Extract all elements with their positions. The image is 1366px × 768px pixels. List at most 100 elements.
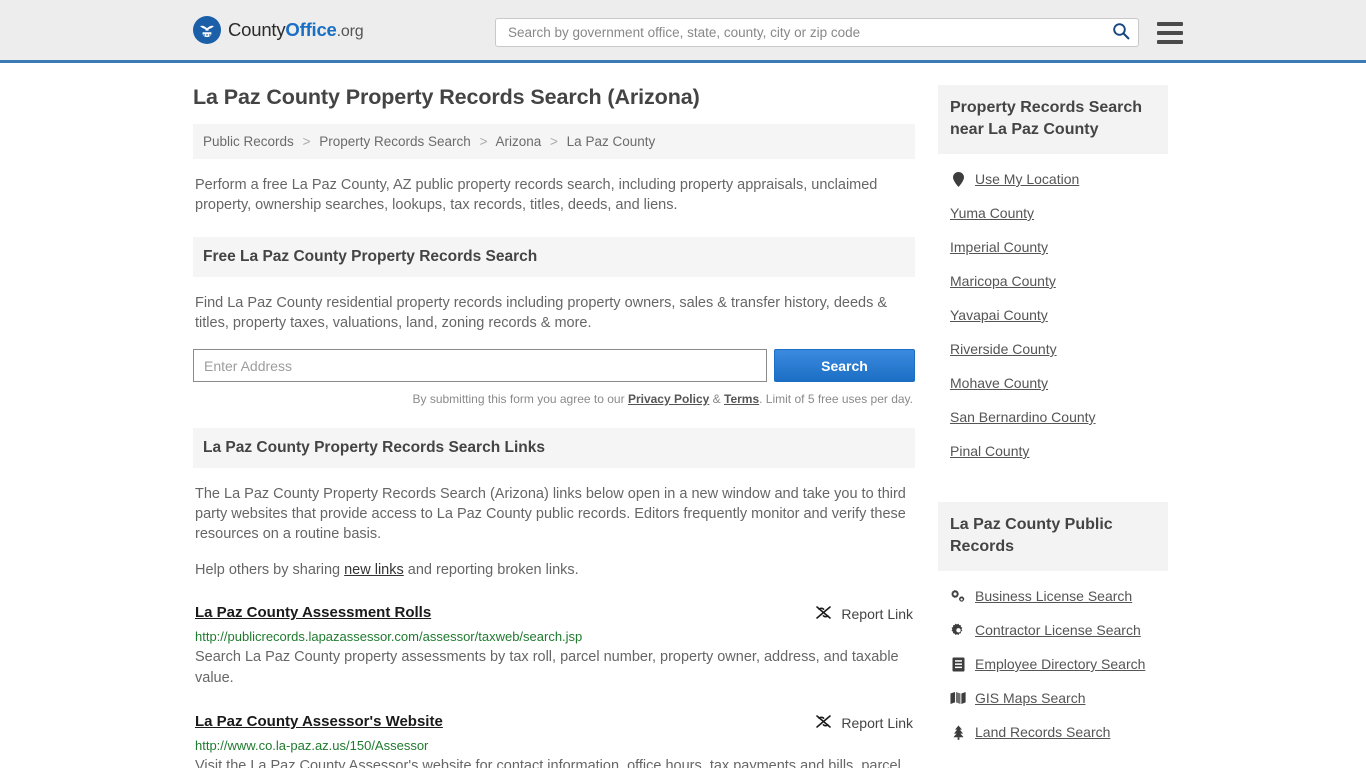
sidebar-link-label[interactable]: Imperial County: [950, 239, 1048, 255]
logo-wordmark: CountyOffice.org: [228, 19, 364, 41]
sidebar-item-employee-directory-search[interactable]: Employee Directory Search: [938, 647, 1168, 681]
sidebar-link-label[interactable]: Use My Location: [975, 171, 1079, 187]
sidebar-item-yuma-county[interactable]: Yuma County: [938, 196, 1168, 230]
terms-link[interactable]: Terms: [724, 392, 759, 406]
sidebar-item-maricopa-county[interactable]: Maricopa County: [938, 264, 1168, 298]
address-search-button[interactable]: Search: [774, 349, 915, 382]
link-entry-header: La Paz County Assessment Rolls Report Li…: [195, 604, 913, 623]
hamburger-bar: [1157, 39, 1183, 44]
gear-icon: [950, 622, 966, 638]
hamburger-bar: [1157, 30, 1183, 35]
search-icon: [1112, 22, 1130, 43]
sidebar-link-label[interactable]: Yavapai County: [950, 307, 1048, 323]
help-prefix: Help others by sharing: [195, 562, 345, 578]
disclaimer-suffix: . Limit of 5 free uses per day.: [759, 392, 913, 406]
sidebar-item-gis-maps-search[interactable]: GIS Maps Search: [938, 681, 1168, 715]
sidebar-near-heading: Property Records Search near La Paz Coun…: [938, 85, 1168, 154]
logo-text-county: County: [228, 19, 286, 40]
report-link-label: Report Link: [841, 606, 913, 622]
sidebar-item-imperial-county[interactable]: Imperial County: [938, 230, 1168, 264]
page-intro-paragraph: Perform a free La Paz County, AZ public …: [195, 177, 878, 213]
page-body: La Paz County Property Records Search (A…: [0, 63, 1366, 768]
breadcrumb-item-arizona[interactable]: Arizona: [495, 134, 541, 149]
sidebar-item-san-bernardino-county[interactable]: San Bernardino County: [938, 400, 1168, 434]
resource-link-url: http://www.co.la-paz.az.us/150/Assessor: [195, 738, 429, 753]
broken-link-icon: [815, 714, 832, 732]
breadcrumb-separator: >: [550, 134, 558, 149]
report-link-button[interactable]: Report Link: [815, 605, 913, 623]
resource-link-description: Visit the La Paz County Assessor's websi…: [195, 758, 901, 768]
sidebar-link-label[interactable]: Mohave County: [950, 375, 1048, 391]
breadcrumb: Public Records > Property Records Search…: [193, 124, 915, 159]
sidebar-link-label[interactable]: Employee Directory Search: [975, 656, 1145, 672]
links-section-heading: La Paz County Property Records Search Li…: [193, 428, 915, 468]
address-search-form: Search: [193, 349, 915, 382]
resource-link-title[interactable]: La Paz County Assessment Rolls: [195, 604, 431, 621]
header-search-zone: [495, 18, 1183, 47]
logo-text-org: .org: [336, 23, 364, 40]
form-disclaimer: By submitting this form you agree to our…: [193, 392, 915, 406]
free-search-description: Find La Paz County residential property …: [195, 295, 888, 331]
main-column: La Paz County Property Records Search (A…: [193, 85, 915, 768]
site-logo[interactable]: CountyOffice.org: [193, 16, 364, 44]
global-search-input[interactable]: [506, 24, 1108, 41]
resource-link-url: http://publicrecords.lapazassessor.com/a…: [195, 629, 583, 644]
sidebar-item-mohave-county[interactable]: Mohave County: [938, 366, 1168, 400]
sidebar-link-label[interactable]: Maricopa County: [950, 273, 1056, 289]
cogs-icon: [950, 588, 966, 604]
breadcrumb-item-la-paz-county[interactable]: La Paz County: [567, 134, 656, 149]
privacy-policy-link[interactable]: Privacy Policy: [628, 392, 709, 406]
search-submit-button[interactable]: [1112, 22, 1130, 43]
breadcrumb-separator: >: [479, 134, 488, 149]
sidebar-link-label[interactable]: GIS Maps Search: [975, 690, 1086, 706]
eagle-logo-icon: [193, 16, 221, 44]
sidebar-link-label[interactable]: Contractor License Search: [975, 622, 1141, 638]
sidebar-item-yavapai-county[interactable]: Yavapai County: [938, 298, 1168, 332]
sidebar-item-land-records-search[interactable]: Land Records Search: [938, 715, 1168, 749]
address-input[interactable]: [193, 349, 767, 382]
report-link-button[interactable]: Report Link: [815, 714, 913, 732]
free-search-heading: Free La Paz County Property Records Sear…: [193, 237, 915, 277]
disclaimer-amp: &: [709, 392, 724, 406]
sidebar-link-label[interactable]: Yuma County: [950, 205, 1034, 221]
new-links-link[interactable]: new links: [344, 562, 404, 578]
page-title: La Paz County Property Records Search (A…: [193, 85, 700, 109]
sidebar-link-label[interactable]: San Bernardino County: [950, 409, 1096, 425]
help-suffix: and reporting broken links.: [403, 562, 579, 578]
hamburger-menu-icon[interactable]: [1157, 21, 1183, 44]
map-icon: [950, 690, 966, 706]
id-card-icon: [950, 656, 966, 672]
link-entry: La Paz County Assessment Rolls Report Li…: [193, 604, 915, 689]
sidebar-link-label[interactable]: Riverside County: [950, 341, 1057, 357]
hamburger-bar: [1157, 21, 1183, 26]
link-entry: La Paz County Assessor's Website Report …: [193, 713, 915, 768]
links-section-paragraph: The La Paz County Property Records Searc…: [195, 486, 906, 542]
sidebar-link-label[interactable]: Pinal County: [950, 443, 1029, 459]
report-link-label: Report Link: [841, 715, 913, 731]
links-help-paragraph: Help others by sharing new links and rep…: [193, 560, 915, 580]
sidebar-link-label[interactable]: Business License Search: [975, 588, 1132, 604]
disclaimer-prefix: By submitting this form you agree to our: [412, 392, 628, 406]
sidebar-link-label[interactable]: Land Records Search: [975, 724, 1110, 740]
sidebar-item-business-license-search[interactable]: Business License Search: [938, 579, 1168, 613]
sidebar-item-riverside-county[interactable]: Riverside County: [938, 332, 1168, 366]
broken-link-icon: [815, 605, 832, 623]
map-pin-icon: [950, 171, 966, 187]
sidebar-item-pinal-county[interactable]: Pinal County: [938, 434, 1168, 468]
breadcrumb-separator: >: [302, 134, 311, 149]
logo-text-office: Office: [285, 19, 337, 40]
sidebar-public-records-list: Business License Search Contractor Licen…: [938, 579, 1168, 749]
tree-icon: [950, 724, 966, 740]
global-search-box[interactable]: [495, 18, 1139, 47]
sidebar-public-records-heading: La Paz County Public Records: [938, 502, 1168, 571]
resource-link-description: Search La Paz County property assessment…: [195, 649, 899, 686]
site-header: CountyOffice.org: [0, 0, 1366, 63]
breadcrumb-item-public-records[interactable]: Public Records: [203, 134, 294, 149]
sidebar-item-contractor-license-search[interactable]: Contractor License Search: [938, 613, 1168, 647]
resource-link-title[interactable]: La Paz County Assessor's Website: [195, 713, 443, 730]
link-entry-header: La Paz County Assessor's Website Report …: [195, 713, 913, 732]
sidebar: Property Records Search near La Paz Coun…: [938, 85, 1168, 768]
sidebar-near-list: Use My Location Yuma County Imperial Cou…: [938, 162, 1168, 468]
breadcrumb-item-property-records-search[interactable]: Property Records Search: [319, 134, 471, 149]
sidebar-item-use-my-location[interactable]: Use My Location: [938, 162, 1168, 196]
